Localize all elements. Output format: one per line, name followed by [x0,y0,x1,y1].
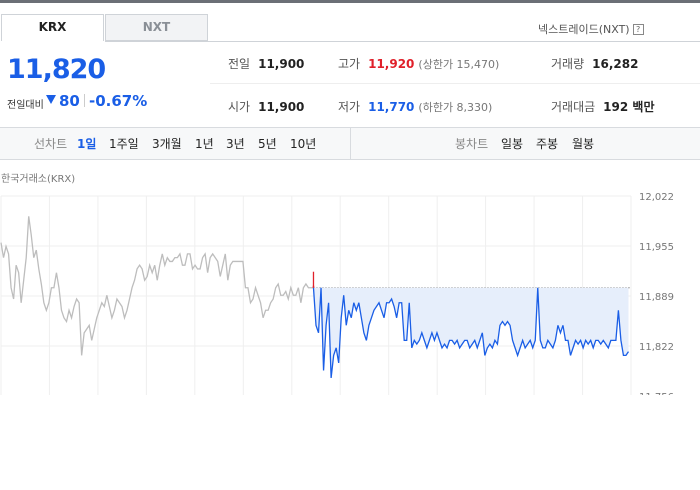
stat-value: 11,900 [258,57,305,71]
stat-label: 거래량 [551,57,585,71]
down-triangle-icon [46,95,56,104]
stat-label: 고가 [338,57,361,71]
stat-high: 고가 11,920 (상한가 15,470) [338,55,499,72]
line-chart-label: 선차트 [34,137,68,151]
change-value: 80 [59,92,80,110]
stat-value: 192 백만 [603,100,655,114]
candle-monthly[interactable]: 월봉 [572,135,594,152]
stat-value: 11,770 [368,100,415,114]
period-1y[interactable]: 1년 [195,135,214,152]
y-tick-label: 11,756 [639,392,674,395]
period-5y[interactable]: 5년 [258,135,277,152]
price-chart: 12,022 11,955 11,889 11,822 11,756 [0,192,674,395]
nxt-link-label: 넥스트레이드(NXT) [538,23,630,36]
stat-sub: (상한가 15,470) [418,58,500,71]
stat-value: 11,900 [258,100,305,114]
period-10y[interactable]: 10년 [290,135,316,152]
stat-value: 11,920 [368,57,415,71]
stat-label: 시가 [228,100,251,114]
period-1w[interactable]: 1주일 [109,135,139,152]
stats-divider [210,83,700,84]
candle-chart-label: 봉차트 [455,137,489,151]
period-3y[interactable]: 3년 [226,135,245,152]
stat-label: 전일 [228,57,251,71]
y-tick-label: 12,022 [639,192,674,203]
toolbar-divider [350,128,351,159]
period-1d[interactable]: 1일 [77,135,96,152]
y-tick-label: 11,889 [639,292,674,303]
change-label: 전일대비 [7,100,44,111]
series-fill [313,287,629,378]
stat-amount: 거래대금 192 백만 [551,98,654,115]
stat-sub: (하한가 8,330) [418,101,493,114]
stat-volume: 거래량 16,282 [551,55,638,72]
candle-daily[interactable]: 일봉 [501,135,523,152]
period-3m[interactable]: 3개월 [152,135,182,152]
series-line-previous [0,216,314,356]
stat-low: 저가 11,770 (하한가 8,330) [338,98,492,115]
chart-toolbar: 선차트 1일 1주일 3개월 1년 3년 5년 10년 봉차트 일봉 주봉 월봉 [0,127,700,160]
nxt-link[interactable]: 넥스트레이드(NXT)? [538,21,644,37]
stat-label: 거래대금 [551,100,596,114]
stat-prev-close: 전일 11,900 [228,55,304,72]
tab-nxt[interactable]: NXT [105,14,208,41]
change-separator [84,94,85,107]
y-tick-label: 11,822 [639,342,674,353]
stat-value: 16,282 [592,57,639,71]
stat-open: 시가 11,900 [228,98,304,115]
tab-krx[interactable]: KRX [1,14,104,41]
help-icon[interactable]: ? [632,24,644,35]
top-border [0,0,700,3]
tab-divider-right [209,41,700,42]
current-price: 11,820 [7,54,106,85]
y-tick-label: 11,955 [639,242,674,253]
stat-label: 저가 [338,100,361,114]
candle-weekly[interactable]: 주봉 [536,135,558,152]
change-percent: -0.67% [89,92,148,110]
tab-divider [105,41,209,42]
